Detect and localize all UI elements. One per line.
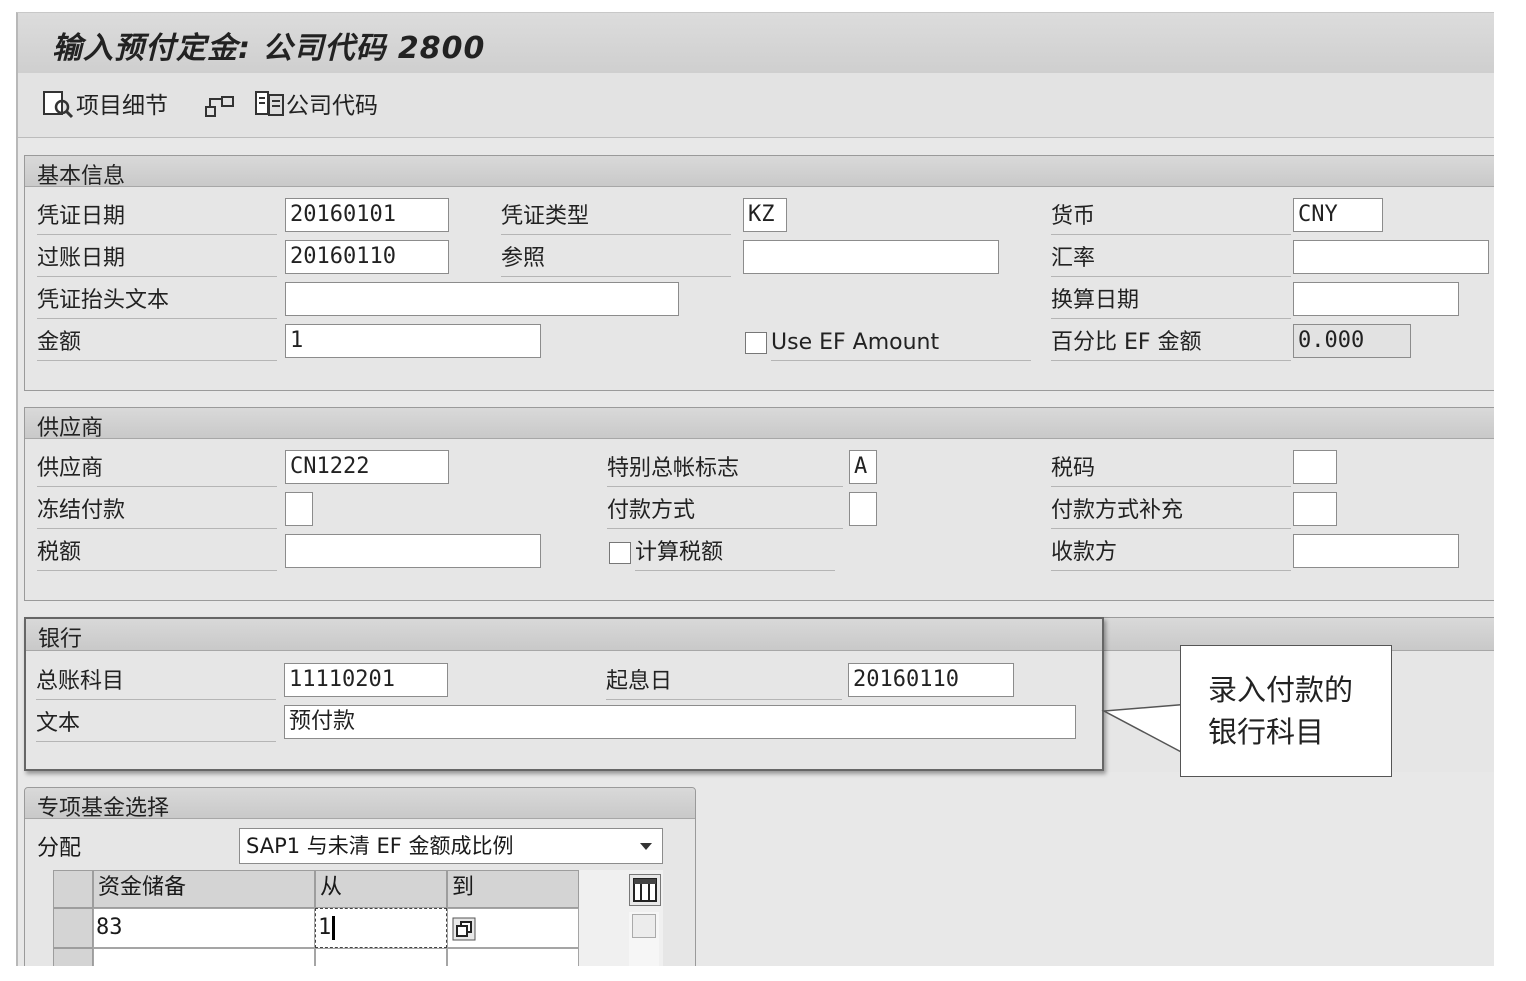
tax-code-field[interactable]	[1293, 450, 1337, 484]
translation-date-label: 换算日期	[1051, 284, 1291, 319]
basic-info-panel: 基本信息 凭证日期 20160101 凭证类型 KZ 货币 CNY 过账日期 2…	[24, 155, 1494, 391]
amount-field[interactable]: 1	[285, 324, 541, 358]
pmt-method-supplement-label: 付款方式补充	[1051, 494, 1291, 529]
doc-date-field[interactable]: 20160101	[285, 198, 449, 232]
cell-to[interactable]	[447, 908, 579, 948]
bank-panel: 银行 总账科目 11110201 起息日 20160110 文本 预付款	[24, 617, 1104, 771]
bank-text-field[interactable]: 预付款	[284, 705, 1076, 739]
cell-empty[interactable]	[315, 948, 447, 966]
document-search-icon	[42, 89, 76, 125]
chevron-down-icon	[638, 838, 654, 857]
earmark-table: 资金储备 从 到 83 1	[53, 870, 663, 966]
special-gl-label: 特别总帐标志	[607, 452, 843, 487]
payment-block-label: 冻结付款	[37, 494, 277, 529]
gl-account-field[interactable]: 11110201	[284, 663, 448, 697]
title-bar: 输入预付定金: 公司代码 2800	[18, 13, 1494, 73]
gl-account-label: 总账科目	[36, 665, 276, 700]
basic-info-header: 基本信息	[25, 156, 1494, 189]
header-text-label: 凭证抬头文本	[37, 284, 277, 319]
tax-amount-field[interactable]	[285, 534, 541, 568]
doc-date-label: 凭证日期	[37, 200, 277, 235]
exchange-rate-field[interactable]	[1293, 240, 1489, 274]
use-ef-amount-label: Use EF Amount	[771, 326, 1031, 361]
vendor-panel: 供应商 供应商 CN1222 特别总帐标志 A 税码 冻结付款 付款方式 付款方…	[24, 407, 1494, 601]
special-gl-field[interactable]: A	[849, 450, 877, 484]
currency-label: 货币	[1051, 200, 1291, 235]
application-toolbar: 项目细节 公司代码	[18, 73, 1494, 138]
item-detail-label: 项目细节	[76, 93, 168, 119]
exchange-rate-label: 汇率	[1051, 242, 1291, 277]
pmt-method-supplement-field[interactable]	[1293, 492, 1337, 526]
posting-date-label: 过账日期	[37, 242, 277, 277]
translation-date-field[interactable]	[1293, 282, 1459, 316]
vendor-label: 供应商	[37, 452, 277, 487]
currency-field[interactable]: CNY	[1293, 198, 1383, 232]
cell-empty[interactable]	[93, 948, 315, 966]
company-code-icon	[254, 89, 286, 125]
payment-method-label: 付款方式	[607, 494, 843, 529]
vendor-title: 供应商	[37, 416, 104, 441]
tax-amount-label: 税额	[37, 536, 277, 571]
col-header-reserve: 资金储备	[93, 870, 315, 908]
earmarked-title: 专项基金选择	[37, 796, 170, 821]
vertical-scrollbar[interactable]	[629, 912, 659, 966]
doc-type-field[interactable]: KZ	[743, 198, 787, 232]
row-selector[interactable]	[53, 908, 93, 948]
calc-tax-label: 计算税额	[635, 536, 835, 571]
earmarked-header: 专项基金选择	[25, 788, 695, 821]
vendor-header: 供应商	[25, 408, 1494, 441]
amount-label: 金额	[37, 326, 277, 361]
percent-ef-label: 百分比 EF 金额	[1051, 326, 1291, 361]
cell-from[interactable]: 1	[315, 908, 447, 948]
row-selector[interactable]	[53, 948, 93, 966]
company-code-label: 公司代码	[286, 93, 378, 119]
payment-method-field[interactable]	[849, 492, 877, 526]
table-columns-icon	[630, 878, 660, 909]
distribution-dropdown[interactable]: SAP1 与未清 EF 金额成比例	[239, 828, 663, 864]
calc-tax-checkbox[interactable]	[609, 542, 631, 564]
row-selector-header	[53, 870, 93, 908]
reference-label: 参照	[501, 242, 731, 277]
value-date-label: 起息日	[606, 665, 842, 700]
use-ef-amount-checkbox[interactable]	[745, 332, 767, 354]
callout-text: 录入付款的银行科目	[1208, 673, 1354, 749]
header-text-field[interactable]	[285, 282, 679, 316]
text-cursor	[332, 916, 336, 940]
earmarked-funds-panel: 专项基金选择 分配 SAP1 与未清 EF 金额成比例 资金储备 从 到 83 …	[24, 787, 696, 966]
hierarchy-button[interactable]	[204, 91, 236, 123]
payee-field[interactable]	[1293, 534, 1459, 568]
cell-from-value: 1	[318, 915, 332, 940]
doc-type-label: 凭证类型	[501, 200, 731, 235]
distribution-value: SAP1 与未清 EF 金额成比例	[246, 834, 514, 858]
cell-reserve[interactable]: 83	[93, 908, 315, 948]
scrollbar-button[interactable]	[632, 914, 656, 938]
window-frame: 输入预付定金: 公司代码 2800 项目细节 公司代码 基本信息 凭证日期 20…	[16, 12, 1494, 966]
company-code-button[interactable]: 公司代码	[254, 89, 378, 126]
col-header-from: 从	[315, 870, 447, 908]
item-detail-button[interactable]: 项目细节	[42, 89, 168, 126]
vendor-field[interactable]: CN1222	[285, 450, 449, 484]
value-date-field[interactable]: 20160110	[848, 663, 1014, 697]
bank-text-label: 文本	[36, 707, 276, 742]
payment-block-field[interactable]	[285, 492, 313, 526]
basic-info-title: 基本信息	[37, 164, 126, 189]
percent-ef-field: 0.000	[1293, 324, 1411, 358]
posting-date-field[interactable]: 20160110	[285, 240, 449, 274]
distribution-label: 分配	[37, 836, 82, 861]
reference-field[interactable]	[743, 240, 999, 274]
col-header-to: 到	[447, 870, 579, 908]
table-settings-button[interactable]	[629, 874, 661, 906]
hierarchy-icon	[204, 91, 236, 123]
window-title: 输入预付定金: 公司代码 2800	[52, 31, 486, 66]
cell-empty[interactable]	[447, 948, 579, 966]
tax-code-label: 税码	[1051, 452, 1291, 487]
payee-label: 收款方	[1051, 536, 1291, 571]
bank-title: 银行	[38, 627, 83, 652]
